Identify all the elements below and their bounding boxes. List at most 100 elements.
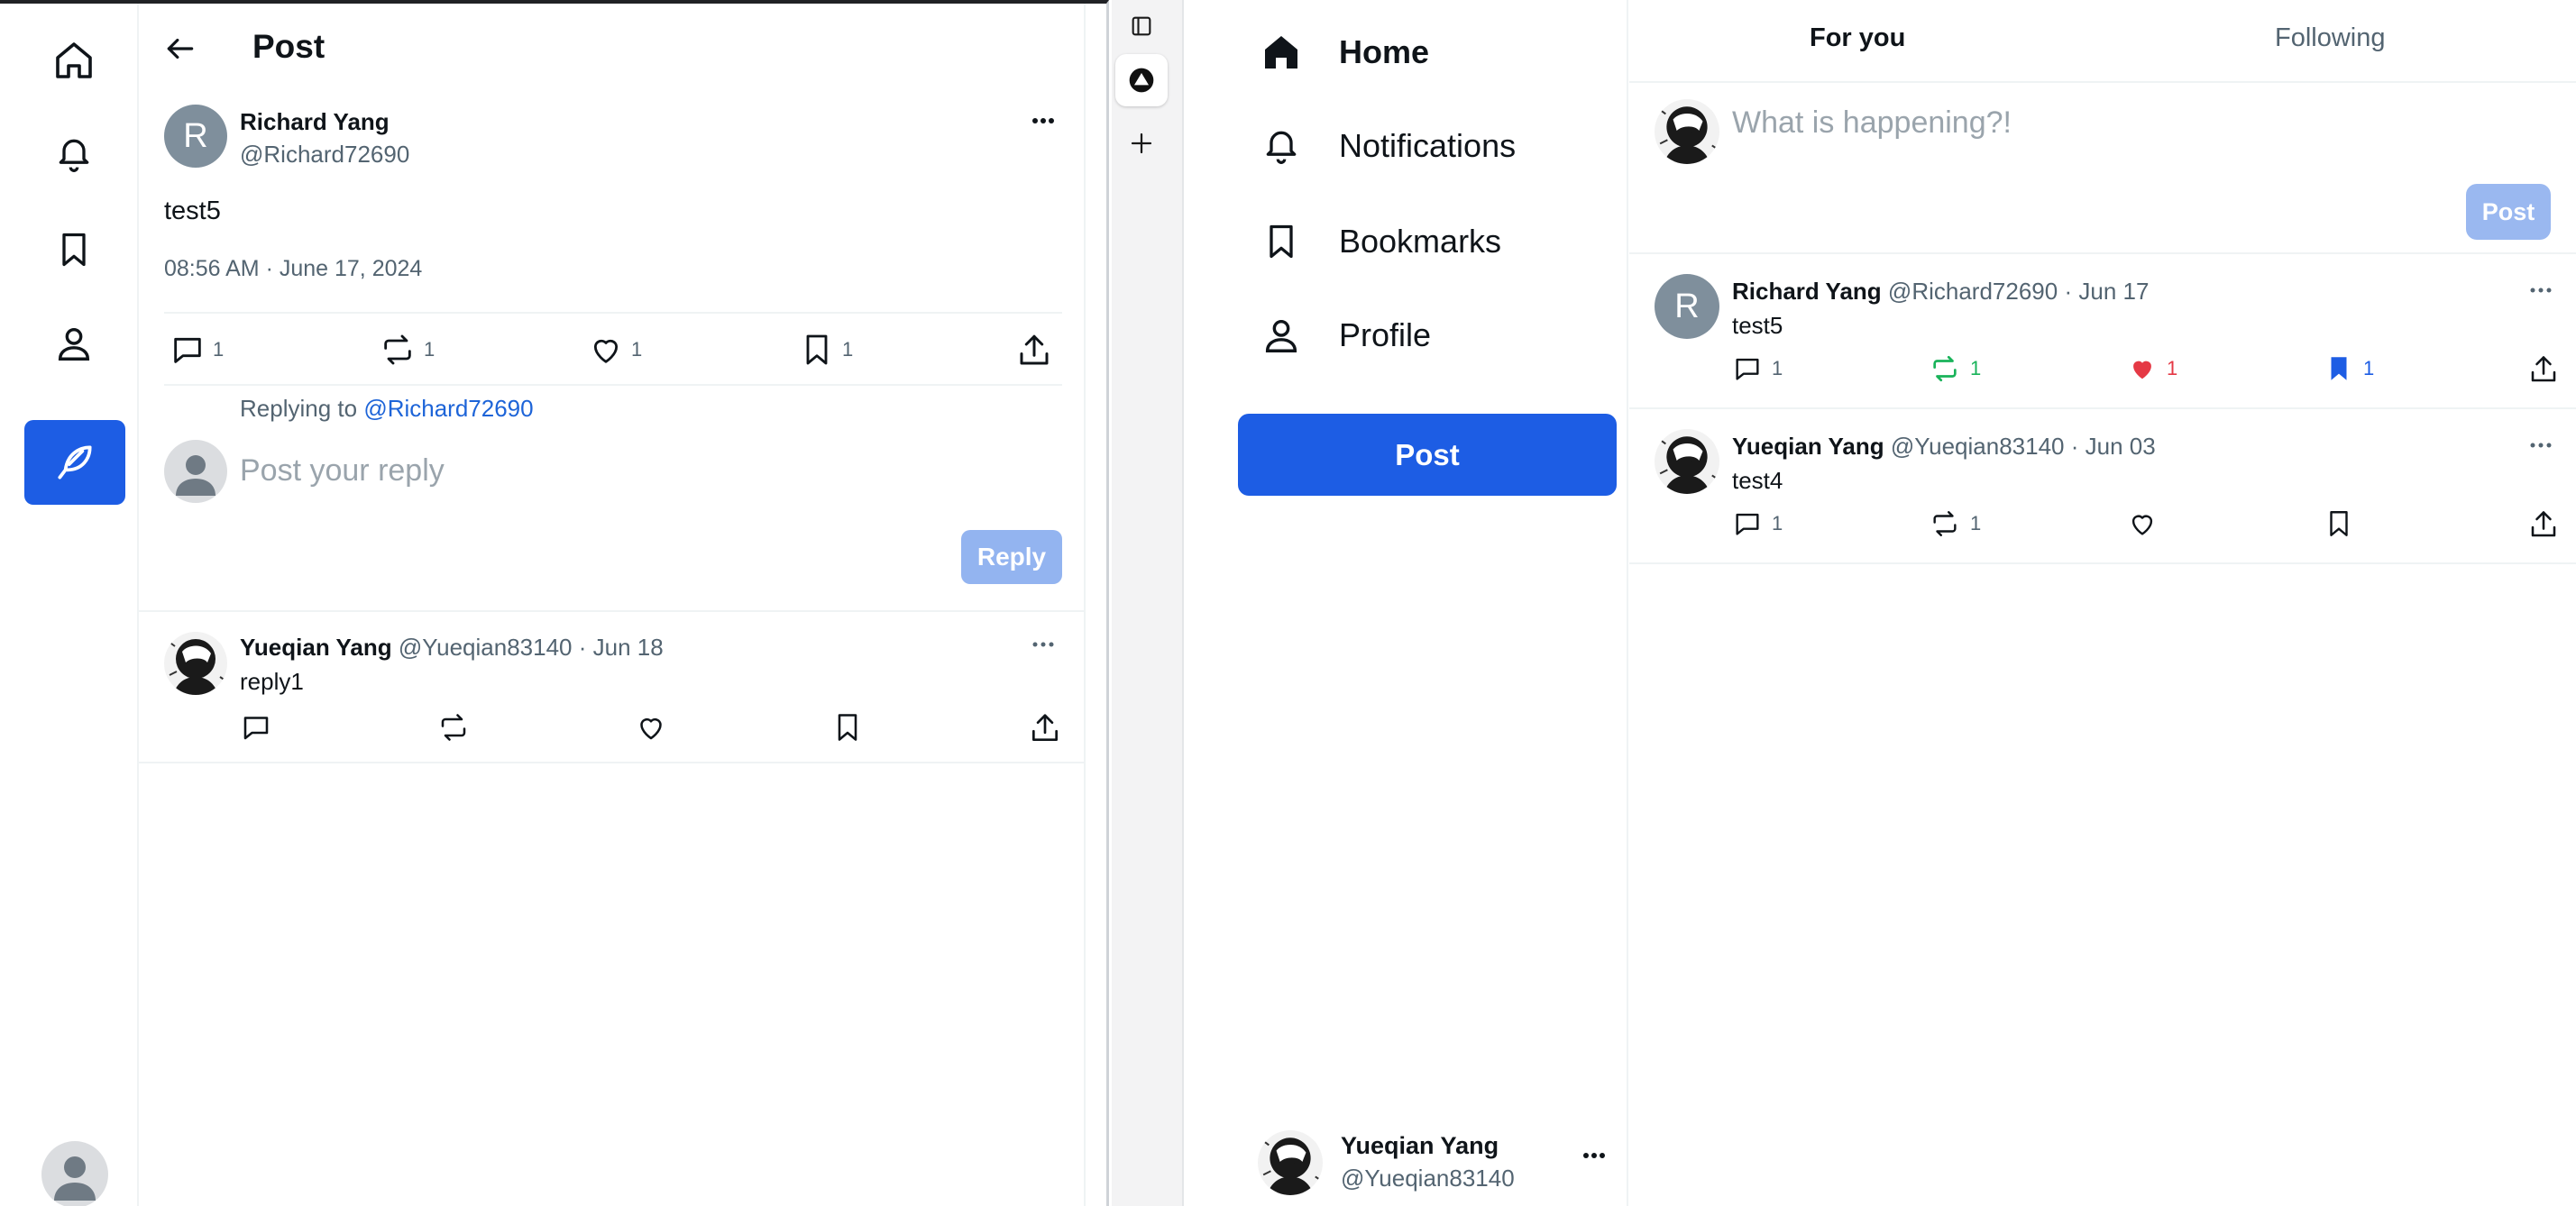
sidebar-item-home[interactable]: Home [1258,23,1429,81]
bookmark-action[interactable] [831,711,864,744]
reply-meta: Yueqian Yang @Yueqian83140 · Jun 18 [240,634,664,662]
tab-for-you[interactable]: For you [1810,23,1905,53]
like-count: 1 [2167,357,2178,379]
reply-action[interactable]: 1 [170,332,224,368]
tab-following[interactable]: Following [2275,23,2386,53]
app-logo-icon [1129,68,1154,93]
like-action[interactable] [2127,508,2158,539]
rail-user-avatar[interactable] [41,1141,108,1206]
like-action[interactable] [635,711,667,744]
author-name[interactable]: Yueqian Yang [240,634,392,661]
rail-profile-button[interactable] [24,303,124,384]
user-name: Yueqian Yang [1341,1132,1499,1159]
author-name[interactable]: Richard Yang [240,108,390,136]
repost-action[interactable]: 1 [379,332,435,368]
composer-post-button[interactable]: Post [2466,184,2551,240]
repost-action[interactable] [436,711,471,744]
heart-filled-icon [2133,361,2151,379]
account-switcher[interactable]: Yueqian Yang @Yueqian83140 [1258,1127,1618,1197]
post-header: Post [139,4,1084,92]
like-action[interactable]: 1 [588,332,642,368]
more-horizontal-icon [1583,1153,1605,1158]
reply-action[interactable]: 1 [1732,353,1783,384]
author-name[interactable]: Richard Yang [1732,278,1882,305]
avatar[interactable]: R [164,105,227,168]
more-button[interactable] [1031,117,1055,124]
post-detail-column: Post R Richard Yang @Richard72690 test5 … [139,4,1086,1206]
post-button[interactable]: Post [1238,414,1617,496]
author-handle[interactable]: @Yueqian83140 [399,634,573,661]
arrow-left-icon [167,38,194,59]
more-horizontal-icon [2530,288,2552,293]
reply-input[interactable] [240,445,1015,496]
sidebar-item-label: Profile [1339,316,1432,353]
post-actions: 1 1 1 1 [1732,353,2562,389]
author-handle[interactable]: @Richard72690 [240,141,409,169]
composer: Post [1629,83,2576,254]
heart-icon [2131,515,2153,535]
reply-item[interactable]: Yueqian Yang @Yueqian83140 · Jun 18 repl… [139,610,1084,763]
heart-icon [593,339,619,363]
reply-count: 1 [213,338,225,361]
bookmark-action[interactable]: 1 [2324,353,2374,384]
like-action[interactable]: 1 [2127,353,2177,384]
reply-action[interactable]: 1 [1732,508,1783,539]
browser-side-strip [1112,0,1184,1206]
sidebar-item-notifications[interactable]: Notifications [1258,117,1516,175]
bookmark-action[interactable] [2324,508,2354,539]
feed-tabs: For you Following [1629,0,2576,83]
separator: · [2064,278,2073,305]
comment-icon [1736,513,1759,535]
avatar[interactable] [164,632,227,695]
compose-button[interactable] [24,420,125,505]
rail-bookmarks-button[interactable] [24,209,124,290]
more-button[interactable] [2529,442,2553,449]
share-action[interactable] [1028,711,1062,745]
new-tab-button[interactable] [1115,117,1168,169]
author-handle[interactable]: @Yueqian83140 [1891,433,2065,460]
sidebar-toggle-button[interactable] [1115,0,1168,52]
avatar[interactable]: R [1655,274,1719,339]
more-button[interactable] [1031,641,1055,648]
bookmark-icon [2330,511,2348,536]
bookmark-count: 1 [842,338,854,361]
share-action[interactable] [1015,332,1053,370]
reply-button[interactable]: Reply [961,530,1062,584]
post-date: Jun 17 [2078,278,2150,305]
repost-action[interactable]: 1 [1929,508,1981,539]
reply-count: 1 [1772,512,1783,534]
comment-icon [174,337,201,363]
back-button[interactable] [159,27,202,70]
person-icon [1265,319,1297,352]
share-action[interactable] [2527,353,2560,386]
more-horizontal-icon [1032,642,1054,647]
user-handle: @Yueqian83140 [1341,1165,1515,1192]
post-text: test5 [1732,312,1783,339]
sidebar-item-bookmarks[interactable]: Bookmarks [1258,213,1501,270]
feed-post[interactable]: R Richard Yang @Richard72690 · Jun 17 te… [1629,254,2576,409]
sidebar-item-profile[interactable]: Profile [1258,306,1431,364]
share-action[interactable] [2527,508,2560,541]
more-button[interactable] [2529,287,2553,294]
comment-icon [1736,358,1759,380]
bookmark-filled-icon [2331,357,2347,380]
reply-action[interactable] [240,711,272,744]
share-icon [2531,511,2556,537]
avatar[interactable] [1655,429,1719,494]
bookmark-action[interactable]: 1 [799,332,853,368]
author-name[interactable]: Yueqian Yang [1732,433,1884,460]
replying-handle-link[interactable]: @Richard72690 [363,395,533,422]
account-more-button[interactable] [1582,1152,1606,1159]
share-icon [2531,356,2556,382]
repost-action[interactable]: 1 [1929,353,1981,384]
author-handle[interactable]: @Richard72690 [1888,278,2058,305]
feed-post[interactable]: Yueqian Yang @Yueqian83140 · Jun 03 test… [1629,409,2576,564]
repost-count: 1 [1970,512,1982,534]
rail-home-button[interactable] [24,20,124,101]
share-icon [1020,334,1049,365]
repost-icon [1933,511,1957,536]
repost-count: 1 [1970,357,1982,379]
app-tab-button[interactable] [1115,54,1168,106]
compose-input[interactable] [1732,101,2489,144]
rail-notifications-button[interactable] [24,114,124,195]
